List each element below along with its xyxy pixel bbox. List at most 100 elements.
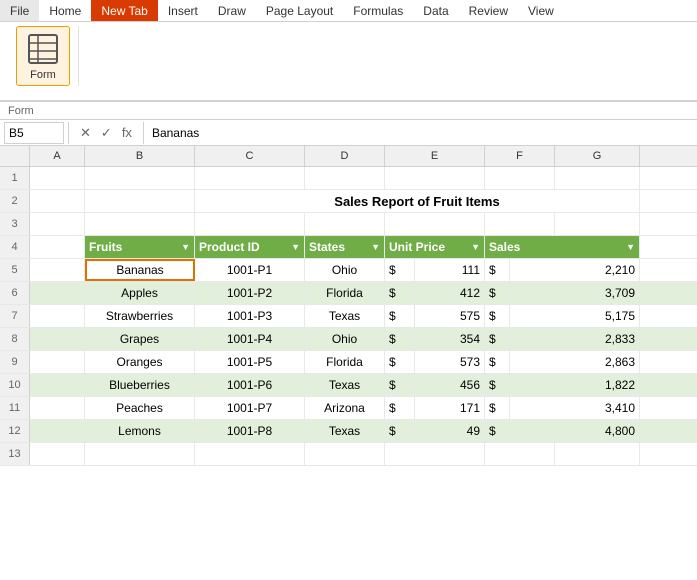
cell-b7[interactable]: Strawberries <box>85 305 195 327</box>
cell-d11[interactable]: Arizona <box>305 397 385 419</box>
cell-reference[interactable]: B5 <box>4 122 64 144</box>
cell-a11[interactable] <box>30 397 85 419</box>
cell-a5[interactable] <box>30 259 85 281</box>
cell-f5-dollar[interactable]: $ <box>485 259 510 281</box>
filter-arrow-sales[interactable]: ▼ <box>626 242 635 252</box>
cell-e1[interactable] <box>385 167 485 189</box>
header-unitprice[interactable]: Unit Price ▼ <box>385 236 485 258</box>
cell-c5[interactable]: 1001-P1 <box>195 259 305 281</box>
cell-f11-val[interactable]: 3,410 <box>510 397 640 419</box>
cell-f8-val[interactable]: 2,833 <box>510 328 640 350</box>
cell-c8[interactable]: 1001-P4 <box>195 328 305 350</box>
cell-b9[interactable]: Oranges <box>85 351 195 373</box>
cell-e10-val[interactable]: 456 <box>415 374 485 396</box>
cell-e12-dollar[interactable]: $ <box>385 420 415 442</box>
cell-e3[interactable] <box>385 213 485 235</box>
menu-view[interactable]: View <box>518 0 564 21</box>
cell-e13[interactable] <box>385 443 485 465</box>
formula-cancel-button[interactable]: ✕ <box>77 125 94 141</box>
formula-fx-button[interactable]: fx <box>119 125 135 140</box>
menu-home[interactable]: Home <box>39 0 91 21</box>
cell-e8-val[interactable]: 354 <box>415 328 485 350</box>
formula-confirm-button[interactable]: ✓ <box>98 125 115 141</box>
cell-c13[interactable] <box>195 443 305 465</box>
cell-b3[interactable] <box>85 213 195 235</box>
cell-c7[interactable]: 1001-P3 <box>195 305 305 327</box>
menu-pagelayout[interactable]: Page Layout <box>256 0 343 21</box>
cell-f12-dollar[interactable]: $ <box>485 420 510 442</box>
cell-d12[interactable]: Texas <box>305 420 385 442</box>
formula-input[interactable] <box>148 124 693 142</box>
header-sales[interactable]: Sales ▼ <box>485 236 640 258</box>
cell-c3[interactable] <box>195 213 305 235</box>
cell-c11[interactable]: 1001-P7 <box>195 397 305 419</box>
cell-e11-val[interactable]: 171 <box>415 397 485 419</box>
cell-c12[interactable]: 1001-P8 <box>195 420 305 442</box>
cell-d13[interactable] <box>305 443 385 465</box>
cell-c6[interactable]: 1001-P2 <box>195 282 305 304</box>
cell-f8-dollar[interactable]: $ <box>485 328 510 350</box>
cell-d8[interactable]: Ohio <box>305 328 385 350</box>
cell-b8[interactable]: Grapes <box>85 328 195 350</box>
cell-e5-val[interactable]: 111 <box>415 259 485 281</box>
cell-f7-val[interactable]: 5,175 <box>510 305 640 327</box>
cell-d6[interactable]: Florida <box>305 282 385 304</box>
cell-g1[interactable] <box>555 167 640 189</box>
cell-a1[interactable] <box>30 167 85 189</box>
cell-e9-val[interactable]: 573 <box>415 351 485 373</box>
cell-a13[interactable] <box>30 443 85 465</box>
cell-f13[interactable] <box>485 443 555 465</box>
cell-e11-dollar[interactable]: $ <box>385 397 415 419</box>
cell-b12[interactable]: Lemons <box>85 420 195 442</box>
cell-d7[interactable]: Texas <box>305 305 385 327</box>
cell-d9[interactable]: Florida <box>305 351 385 373</box>
cell-b5-bananas[interactable]: Bananas <box>85 259 195 281</box>
menu-review[interactable]: Review <box>459 0 518 21</box>
cell-f9-val[interactable]: 2,863 <box>510 351 640 373</box>
cell-c10[interactable]: 1001-P6 <box>195 374 305 396</box>
cell-g3[interactable] <box>555 213 640 235</box>
cell-e6-val[interactable]: 412 <box>415 282 485 304</box>
cell-e5-dollar[interactable]: $ <box>385 259 415 281</box>
cell-f3[interactable] <box>485 213 555 235</box>
cell-a6[interactable] <box>30 282 85 304</box>
cell-e6-dollar[interactable]: $ <box>385 282 415 304</box>
cell-f9-dollar[interactable]: $ <box>485 351 510 373</box>
cell-f10-dollar[interactable]: $ <box>485 374 510 396</box>
header-states[interactable]: States ▼ <box>305 236 385 258</box>
cell-c1[interactable] <box>195 167 305 189</box>
cell-e10-dollar[interactable]: $ <box>385 374 415 396</box>
cell-f6-val[interactable]: 3,709 <box>510 282 640 304</box>
cell-a2[interactable] <box>30 190 85 212</box>
menu-newtab[interactable]: New Tab <box>91 0 157 21</box>
cell-b13[interactable] <box>85 443 195 465</box>
cell-a12[interactable] <box>30 420 85 442</box>
cell-title[interactable]: Sales Report of Fruit Items <box>195 190 640 212</box>
cell-c9[interactable]: 1001-P5 <box>195 351 305 373</box>
menu-formulas[interactable]: Formulas <box>343 0 413 21</box>
cell-f1[interactable] <box>485 167 555 189</box>
menu-file[interactable]: File <box>0 0 39 21</box>
menu-data[interactable]: Data <box>413 0 458 21</box>
cell-d5[interactable]: Ohio <box>305 259 385 281</box>
cell-g13[interactable] <box>555 443 640 465</box>
cell-b6[interactable]: Apples <box>85 282 195 304</box>
cell-a8[interactable] <box>30 328 85 350</box>
cell-b1[interactable] <box>85 167 195 189</box>
cell-a3[interactable] <box>30 213 85 235</box>
cell-b10[interactable]: Blueberries <box>85 374 195 396</box>
filter-arrow-productid[interactable]: ▼ <box>291 242 300 252</box>
header-fruits[interactable]: Fruits ▼ <box>85 236 195 258</box>
cell-a10[interactable] <box>30 374 85 396</box>
cell-e9-dollar[interactable]: $ <box>385 351 415 373</box>
cell-b2[interactable] <box>85 190 195 212</box>
filter-arrow-states[interactable]: ▼ <box>371 242 380 252</box>
cell-f11-dollar[interactable]: $ <box>485 397 510 419</box>
cell-a4[interactable] <box>30 236 85 258</box>
filter-arrow-fruits[interactable]: ▼ <box>181 242 190 252</box>
cell-e7-dollar[interactable]: $ <box>385 305 415 327</box>
cell-f12-val[interactable]: 4,800 <box>510 420 640 442</box>
cell-f6-dollar[interactable]: $ <box>485 282 510 304</box>
cell-e12-val[interactable]: 49 <box>415 420 485 442</box>
filter-arrow-unitprice[interactable]: ▼ <box>471 242 480 252</box>
